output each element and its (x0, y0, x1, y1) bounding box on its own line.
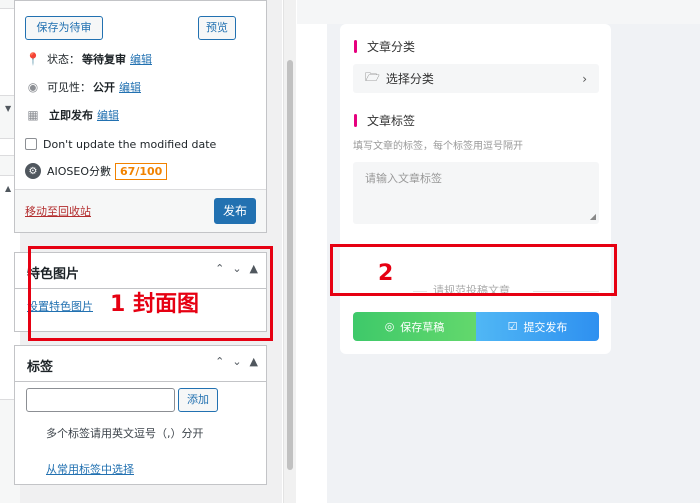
move-to-trash-link[interactable]: 移动至回收站 (25, 203, 91, 219)
dont-update-checkbox[interactable] (25, 138, 37, 150)
save-draft-label: 保存草稿 (400, 320, 445, 334)
preview-button[interactable]: 预览 (198, 16, 236, 40)
publish-time-row: ▦ 立即发布 编辑 (25, 105, 119, 125)
dont-update-row: Don't update the modified date (25, 134, 216, 154)
tag-hint-text: 填写文章的标签，每个标签用逗号隔开 (353, 141, 523, 152)
folder-icon: 🗁 (365, 70, 380, 84)
category-section-title: 文章分类 (354, 38, 415, 55)
tags-help-text: 多个标签请用英文逗号（,）分开 (46, 427, 204, 440)
add-tag-button[interactable]: 添加 (178, 388, 218, 412)
section-accent-bar (354, 40, 357, 53)
box-controls: ⌃ ⌄ ▲ (215, 355, 258, 368)
tag-textarea[interactable]: 请输入文章标签 ◢ (353, 162, 599, 224)
pin-icon: 📍 (25, 52, 41, 66)
choose-common-tags-link[interactable]: 从常用标签中选择 (46, 461, 134, 477)
category-select[interactable]: 🗁 选择分类 › (353, 64, 599, 93)
category-select-label: 选择分类 (385, 72, 434, 86)
tag-textarea-placeholder: 请输入文章标签 (365, 172, 442, 185)
submit-publish-button[interactable]: ☑ 提交发布 (476, 312, 599, 341)
chevron-down-icon[interactable]: ⌄ (232, 355, 241, 368)
aioseo-score-badge[interactable]: 67/100 (115, 162, 168, 180)
resize-grip-icon[interactable]: ◢ (590, 212, 596, 221)
save-pending-button[interactable]: 保存为待审 (25, 16, 103, 40)
annotation-label-1: 1 封面图 (110, 292, 199, 317)
dont-update-label: Don't update the modified date (43, 137, 217, 151)
chevron-up-icon[interactable]: ⌃ (215, 355, 224, 368)
visibility-row: ◉ 可见性： 公开 编辑 (25, 77, 141, 97)
publish-time-edit-link[interactable]: 编辑 (97, 107, 119, 123)
collapse-toggle-icon[interactable]: ▲ (250, 355, 258, 368)
publish-time-label: 立即发布 (49, 109, 93, 122)
annotation-label-2: 2 (378, 261, 394, 286)
scrollbar-thumb[interactable] (287, 60, 293, 470)
status-row: 📍 状态： 等待复审 编辑 (25, 49, 152, 69)
tag-title-text: 文章标签 (367, 114, 416, 128)
frontend-content-edge (297, 24, 327, 503)
save-draft-button[interactable]: ◎ 保存草稿 (353, 312, 476, 341)
visibility-label: 可见性： (47, 81, 91, 94)
submit-label: 提交发布 (523, 320, 568, 334)
chevron-down-icon[interactable]: ▼ (5, 104, 11, 113)
frontend-top-band (297, 0, 700, 24)
tags-box-header[interactable]: 标签 ⌃ ⌄ ▲ (15, 346, 266, 382)
status-label: 状态： (47, 53, 80, 66)
section-accent-bar (354, 114, 357, 127)
status-value: 等待复审 (82, 53, 126, 66)
publish-box: 保存为待审 预览 📍 状态： 等待复审 编辑 ◉ 可见性： 公开 编辑 ▦ 立即… (14, 0, 267, 233)
aioseo-label: AIOSEO分數 (47, 165, 112, 178)
submit-icon: ☑ (507, 320, 518, 333)
visibility-value: 公开 (93, 81, 115, 94)
calendar-icon: ▦ (27, 108, 39, 122)
eye-icon: ◉ (27, 80, 39, 94)
tags-box-title: 标签 (27, 360, 54, 375)
new-tag-input[interactable] (26, 388, 175, 412)
aioseo-gear-icon: ⚙ (25, 163, 41, 179)
visibility-edit-link[interactable]: 编辑 (119, 79, 141, 95)
status-edit-link[interactable]: 编辑 (130, 51, 152, 67)
post-settings-card: 文章分类 🗁 选择分类 › 文章标签 填写文章的标签，每个标签用逗号隔开 请输入… (340, 24, 611, 354)
aioseo-row: ⚙ AIOSEO分數 67/100 (25, 161, 168, 181)
major-publishing-actions: 移动至回收站 发布 (15, 189, 266, 232)
category-title-text: 文章分类 (367, 40, 416, 54)
save-draft-icon: ◎ (384, 320, 395, 333)
annotation-frame-2 (330, 244, 617, 296)
tag-section-title: 文章标签 (354, 112, 415, 129)
chevron-up-icon[interactable]: ▲ (5, 184, 11, 193)
chevron-right-icon: › (582, 71, 587, 86)
publish-button[interactable]: 发布 (214, 198, 256, 224)
